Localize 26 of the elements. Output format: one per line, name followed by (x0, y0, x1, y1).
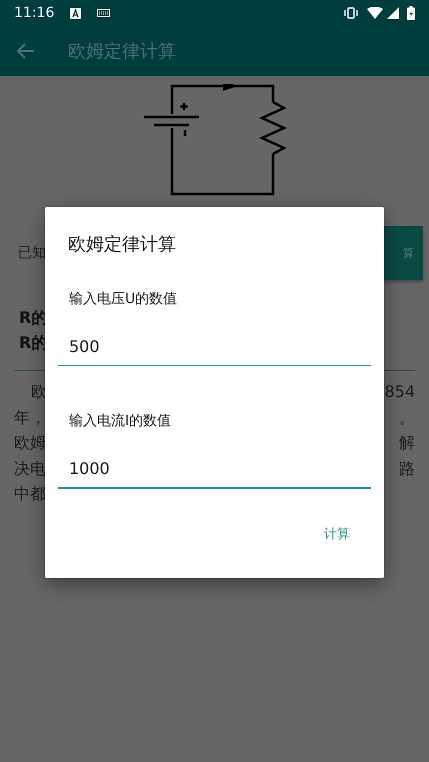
input-field[interactable]: 500 (58, 324, 371, 366)
back-button[interactable] (17, 43, 35, 59)
calculate-button[interactable]: 计算 (316, 521, 358, 548)
paragraph-text: 中都 (14, 483, 46, 505)
status-time: 11:16 (14, 4, 54, 22)
signal-icon (387, 7, 399, 19)
paragraph-text: 路 (399, 458, 415, 480)
battery-charging-icon (407, 6, 415, 20)
paragraph-text: 欧 (31, 381, 47, 403)
dialog-title: 欧姆定律计算 (67, 233, 177, 257)
paragraph-text: 。 (399, 406, 415, 428)
paragraph-text: 决电 (14, 458, 46, 480)
app-title: 欧姆定律计算 (68, 40, 176, 64)
vibrate-icon (343, 7, 359, 19)
keyboard-icon (97, 9, 110, 17)
paragraph-text: 解 (399, 432, 415, 454)
field-label: 输入电压U的数值 (68, 290, 178, 309)
field-label: 输入电流I的数值 (68, 412, 172, 431)
paragraph-text: 欧姆 (14, 432, 46, 454)
input-field[interactable]: 1000 (58, 446, 371, 489)
paragraph-text: 年， (14, 406, 46, 428)
back-arrow-icon (17, 43, 35, 59)
notification-icon (70, 8, 82, 18)
wifi-icon (367, 7, 383, 19)
paragraph-text: 854 (384, 381, 415, 403)
known-label: 已知 (18, 244, 46, 262)
